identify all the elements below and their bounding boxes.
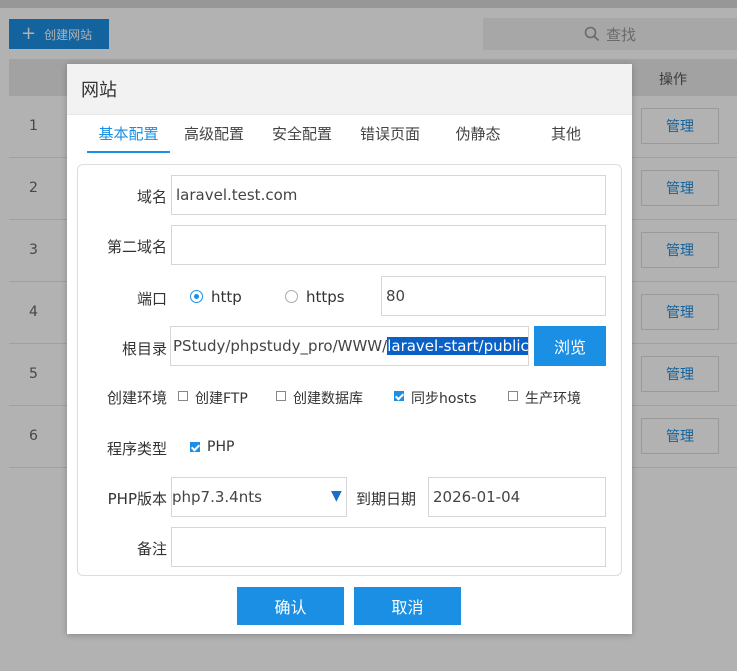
dialog-tabs: 基本配置 高级配置 安全配置 错误页面 伪静态 其他 (87, 119, 612, 153)
env-label: 创建环境 (106, 389, 167, 407)
http-radio[interactable] (190, 290, 203, 303)
https-radio[interactable] (285, 290, 298, 303)
expire-date-field[interactable]: 2026-01-04 (428, 477, 606, 517)
tab-rewrite[interactable]: 伪静态 (434, 119, 522, 153)
port-label: 端口 (136, 290, 167, 308)
create-ftp-checkbox[interactable] (178, 391, 188, 401)
domain-label: 域名 (136, 188, 167, 206)
create-db-checkbox[interactable] (276, 391, 286, 401)
tab-basic-config[interactable]: 基本配置 (87, 119, 170, 153)
dialog-title: 网站 (81, 80, 117, 101)
root-dir-label: 根目录 (121, 340, 167, 358)
dropdown-arrow-icon: ▼ (331, 488, 342, 504)
second-domain-label: 第二域名 (106, 238, 167, 256)
cancel-label: 取消 (391, 598, 424, 617)
sync-hosts-checkbox[interactable] (394, 391, 404, 401)
tab-security-config[interactable]: 安全配置 (258, 119, 346, 153)
site-dialog: 网站 基本配置 高级配置 安全配置 错误页面 伪静态 其他 域名 laravel… (67, 64, 632, 634)
second-domain-field[interactable] (171, 225, 606, 265)
cancel-button[interactable]: 取消 (354, 587, 461, 625)
root-dir-value-selected: laravel-start/public (387, 337, 529, 355)
php-checkbox-label: PHP (207, 439, 235, 455)
program-type-label: 程序类型 (106, 440, 167, 458)
expire-date-value: 2026-01-04 (433, 488, 521, 506)
create-db-label: 创建数据库 (293, 391, 363, 407)
tab-advanced-config[interactable]: 高级配置 (170, 119, 258, 153)
php-version-value: php7.3.4nts (172, 488, 262, 506)
create-ftp-label: 创建FTP (195, 391, 248, 407)
browse-label: 浏览 (553, 338, 586, 357)
php-checkbox[interactable] (190, 442, 200, 452)
expire-date-label: 到期日期 (356, 490, 417, 508)
dialog-header: 网站 (67, 64, 632, 115)
production-env-checkbox[interactable] (508, 391, 518, 401)
php-version-label: PHP版本 (107, 490, 167, 508)
browse-button[interactable]: 浏览 (534, 326, 606, 366)
production-env-label: 生产环境 (525, 391, 581, 407)
port-value: 80 (386, 287, 406, 305)
php-version-select[interactable]: php7.3.4nts (171, 477, 347, 517)
confirm-button[interactable]: 确认 (237, 587, 344, 625)
remark-label: 备注 (136, 540, 167, 558)
domain-field[interactable]: laravel.test.com (171, 175, 606, 215)
domain-value: laravel.test.com (176, 186, 298, 204)
tab-other[interactable]: 其他 (522, 119, 610, 153)
root-dir-field[interactable]: PStudy/phpstudy_pro/WWW/laravel-start/pu… (170, 326, 529, 366)
http-radio-label: http (211, 288, 242, 306)
confirm-label: 确认 (274, 598, 307, 617)
root-dir-value-prefix: PStudy/phpstudy_pro/WWW/ (173, 337, 388, 355)
tab-error-pages[interactable]: 错误页面 (346, 119, 434, 153)
remark-field[interactable] (171, 527, 606, 567)
port-field[interactable]: 80 (381, 276, 606, 316)
sync-hosts-label: 同步hosts (411, 391, 477, 407)
https-radio-label: https (306, 288, 345, 306)
basic-config-panel: 域名 laravel.test.com 第二域名 端口 http https 8… (77, 164, 622, 576)
